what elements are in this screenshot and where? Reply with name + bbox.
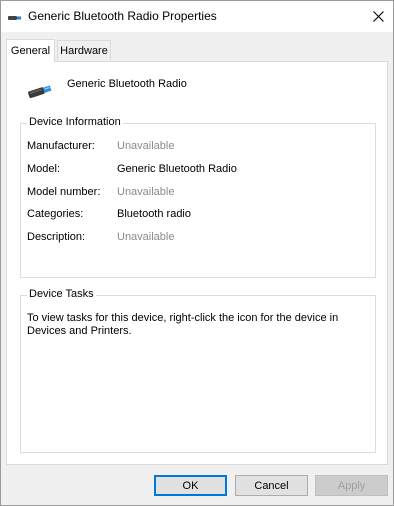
device-name: Generic Bluetooth Radio bbox=[67, 78, 187, 90]
device-tasks-legend: Device Tasks bbox=[27, 288, 96, 300]
manufacturer-value: Unavailable bbox=[117, 140, 175, 152]
device-information-legend: Device Information bbox=[27, 116, 123, 128]
tab-general[interactable]: General bbox=[6, 39, 55, 62]
model-number-label: Model number: bbox=[27, 186, 101, 198]
apply-button[interactable]: Apply bbox=[315, 475, 388, 496]
usb-bluetooth-adapter-icon bbox=[28, 85, 52, 99]
categories-label: Categories: bbox=[27, 208, 84, 220]
title-bar[interactable]: Generic Bluetooth Radio Properties bbox=[1, 1, 393, 32]
description-value: Unavailable bbox=[117, 231, 175, 243]
device-information-group: Device Information Manufacturer: Unavail… bbox=[20, 116, 376, 278]
close-button[interactable] bbox=[363, 1, 393, 31]
general-tab-panel: Generic Bluetooth Radio Device Informati… bbox=[6, 61, 388, 465]
properties-dialog: Generic Bluetooth Radio Properties Gener… bbox=[0, 0, 394, 506]
bluetooth-device-icon bbox=[8, 16, 21, 20]
cancel-button[interactable]: Cancel bbox=[235, 475, 308, 496]
device-tasks-group: Device Tasks To view tasks for this devi… bbox=[20, 288, 376, 453]
window-title: Generic Bluetooth Radio Properties bbox=[28, 9, 217, 23]
categories-value: Bluetooth radio bbox=[117, 208, 191, 220]
model-value: Generic Bluetooth Radio bbox=[117, 163, 237, 175]
model-label: Model: bbox=[27, 163, 61, 175]
description-label: Description: bbox=[27, 231, 86, 243]
close-icon bbox=[372, 10, 384, 22]
tab-hardware[interactable]: Hardware bbox=[57, 40, 111, 60]
ok-button[interactable]: OK bbox=[154, 475, 227, 496]
manufacturer-label: Manufacturer: bbox=[27, 140, 95, 152]
device-tasks-text: To view tasks for this device, right-cli… bbox=[27, 312, 339, 337]
model-number-value: Unavailable bbox=[117, 186, 175, 198]
